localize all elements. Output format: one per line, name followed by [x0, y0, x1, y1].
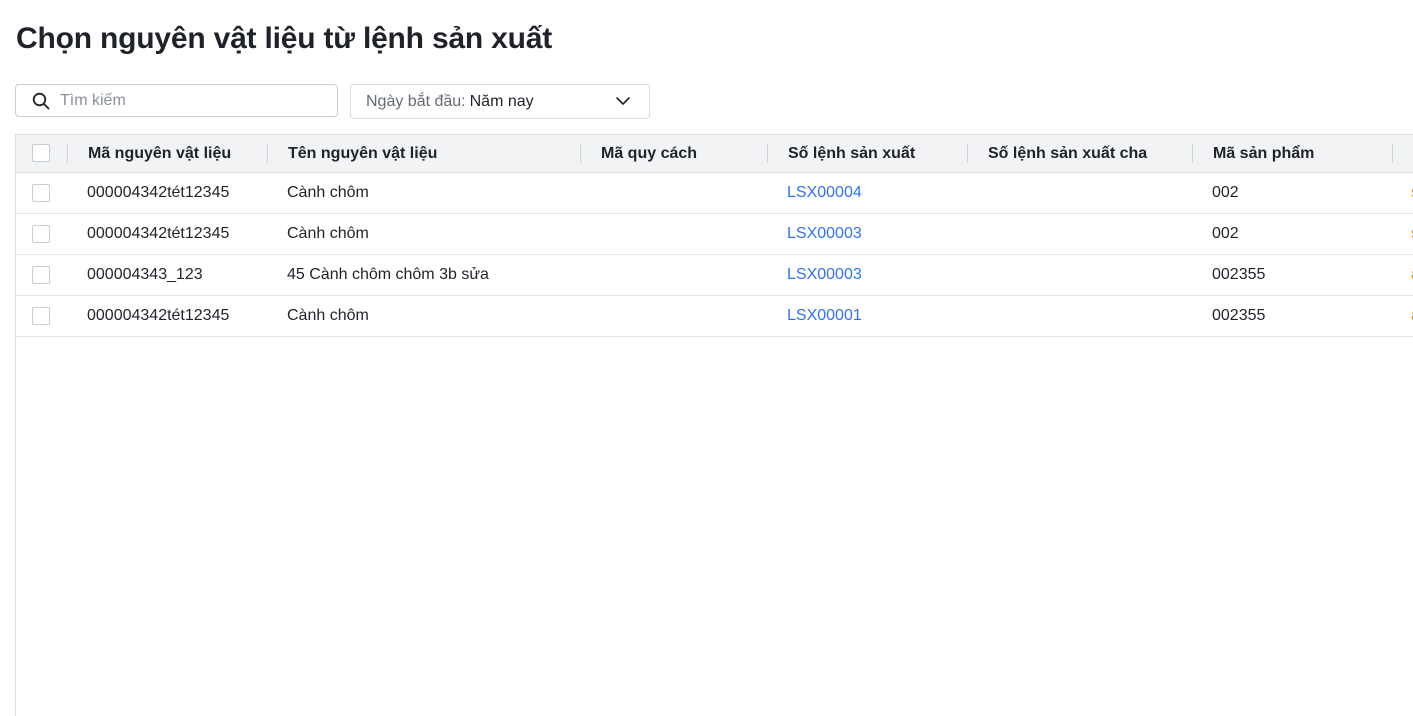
cell-material-name: 45 Cành chôm chôm 3b sửa: [287, 266, 489, 283]
row-checkbox[interactable]: [32, 225, 50, 243]
cell-material-name: Cành chôm: [287, 225, 369, 242]
column-divider[interactable]: [1392, 144, 1393, 163]
cell-product-code: 002: [1212, 184, 1239, 201]
cell-product-code: 002: [1212, 225, 1239, 242]
table-row[interactable]: 000004342tét12345 Cành chôm LSX00004 002…: [16, 173, 1413, 214]
cell-material-code: 000004342tét12345: [87, 184, 230, 201]
column-header-product-code[interactable]: Mã sản phẩm: [1213, 135, 1314, 172]
column-divider[interactable]: [767, 144, 768, 163]
column-divider[interactable]: [967, 144, 968, 163]
table-row[interactable]: 000004343_123 45 Cành chôm chôm 3b sửa L…: [16, 255, 1413, 296]
cell-product-code: 002355: [1212, 307, 1266, 324]
start-date-filter-label: Ngày bắt đầu:: [366, 92, 466, 110]
cell-product-code: 002355: [1212, 266, 1266, 283]
column-header-parent-order-no[interactable]: Số lệnh sản xuất cha: [988, 135, 1147, 172]
cell-order-no-link[interactable]: LSX00001: [787, 296, 862, 336]
cell-order-no-link[interactable]: LSX00003: [787, 255, 862, 295]
column-header-spec-code[interactable]: Mã quy cách: [601, 135, 697, 172]
column-divider[interactable]: [580, 144, 581, 163]
column-divider[interactable]: [1192, 144, 1193, 163]
select-all-checkbox[interactable]: [32, 144, 50, 162]
row-checkbox[interactable]: [32, 184, 50, 202]
column-header-material-name[interactable]: Tên nguyên vật liệu: [288, 135, 437, 172]
column-divider[interactable]: [67, 144, 68, 163]
select-materials-page: Chọn nguyên vật liệu từ lệnh sản xuất Ng…: [0, 0, 1413, 716]
search-box[interactable]: [15, 84, 338, 117]
table-row[interactable]: 000004342tét12345 Cành chôm LSX00001 002…: [16, 296, 1413, 337]
cell-material-name: Cành chôm: [287, 307, 369, 324]
cell-material-code: 000004342tét12345: [87, 225, 230, 242]
search-icon: [32, 92, 50, 109]
column-header-material-code[interactable]: Mã nguyên vật liệu: [88, 135, 231, 172]
cell-material-name: Cành chôm: [287, 184, 369, 201]
column-divider[interactable]: [267, 144, 268, 163]
column-header-order-no[interactable]: Số lệnh sản xuất: [788, 135, 915, 172]
table-row[interactable]: 000004342tét12345 Cành chôm LSX00003 002…: [16, 214, 1413, 255]
cell-material-code: 000004342tét12345: [87, 307, 230, 324]
chevron-down-icon: [616, 97, 630, 105]
search-input[interactable]: [60, 91, 300, 110]
start-date-filter-value: Năm nay: [469, 92, 534, 110]
cell-order-no-link[interactable]: LSX00004: [787, 173, 862, 213]
materials-table: Mã nguyên vật liệu Tên nguyên vật liệu M…: [15, 134, 1413, 716]
cell-material-code: 000004343_123: [87, 266, 203, 283]
row-checkbox[interactable]: [32, 266, 50, 284]
row-checkbox[interactable]: [32, 307, 50, 325]
start-date-filter-select[interactable]: Ngày bắt đầu: Năm nay: [350, 84, 650, 119]
page-title: Chọn nguyên vật liệu từ lệnh sản xuất: [16, 22, 553, 55]
table-header: Mã nguyên vật liệu Tên nguyên vật liệu M…: [16, 135, 1413, 173]
cell-order-no-link[interactable]: LSX00003: [787, 214, 862, 254]
